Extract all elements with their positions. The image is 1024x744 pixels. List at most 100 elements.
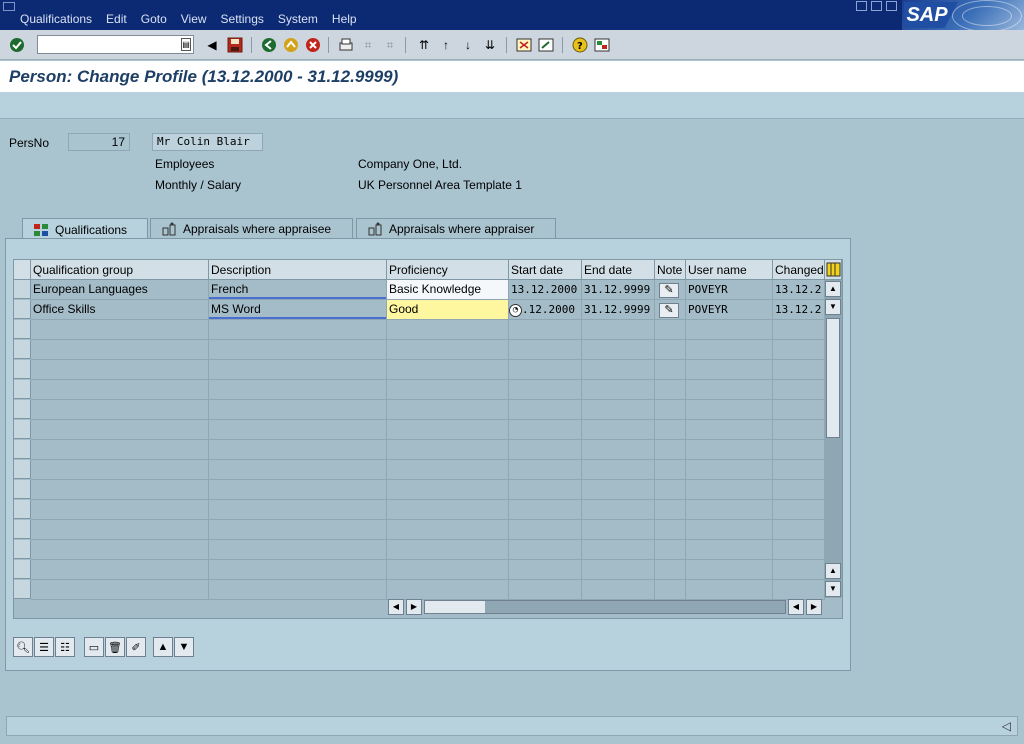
cell-description[interactable]: MS Word (209, 300, 387, 320)
scroll-right-icon[interactable]: ▶ (406, 599, 422, 615)
row-selector[interactable] (14, 420, 31, 439)
save-icon[interactable] (226, 36, 244, 54)
col-start-date[interactable]: Start date (509, 260, 582, 280)
col-note[interactable]: Note (655, 260, 686, 280)
help-icon[interactable]: ? (571, 36, 589, 54)
horizontal-scrollbar[interactable]: ◀ ▶ ◀ ▶ (388, 599, 822, 615)
sort-ascending-icon[interactable]: ▲ (153, 637, 173, 657)
note-pencil-icon[interactable]: ✎ (659, 283, 679, 298)
scroll-up-icon[interactable]: ▲ (825, 281, 841, 297)
cancel-icon[interactable] (304, 36, 322, 54)
persno-label: PersNo (9, 136, 50, 150)
tab-appraisals-appraisee[interactable]: Appraisals where appraisee (150, 218, 353, 239)
exit-icon[interactable] (282, 36, 300, 54)
command-field[interactable]: ▤ (37, 35, 194, 54)
row-selector[interactable] (14, 340, 31, 359)
row-selector[interactable] (14, 400, 31, 419)
col-end-date[interactable]: End date (582, 260, 655, 280)
find-icon[interactable]: ⌗ (359, 36, 377, 54)
row-selector[interactable] (14, 460, 31, 479)
delete-row-icon[interactable]: 🗑︎ (105, 637, 125, 657)
empty-cell (773, 440, 825, 460)
page-title: Person: Change Profile (13.12.2000 - 31.… (9, 67, 399, 86)
col-description[interactable]: Description (209, 260, 387, 280)
cell-start-date[interactable]: ◔ .12.2000 (509, 300, 582, 320)
collapse-command-icon[interactable]: ◀ (203, 36, 221, 54)
cell-proficiency[interactable]: Basic Knowledge (387, 280, 509, 300)
menu-system[interactable]: System (278, 12, 318, 26)
shortcut-icon[interactable] (537, 36, 555, 54)
menu-qualifications[interactable]: Qualifications (20, 12, 92, 26)
scroll-right-end-icon[interactable]: ▶ (806, 599, 822, 615)
insert-row-icon[interactable]: ▭ (84, 637, 104, 657)
status-expand-icon[interactable]: ◁ (1002, 719, 1011, 733)
tab-qualifications[interactable]: Qualifications (22, 218, 148, 240)
empty-cell (582, 500, 655, 520)
cell-changed: 13.12.2 (773, 300, 825, 320)
restore-icon[interactable] (871, 1, 882, 11)
note-pencil-icon[interactable]: ✎ (659, 303, 679, 318)
row-selector[interactable] (14, 320, 31, 339)
details-icon[interactable]: 🔍︎ (13, 637, 33, 657)
row-selector[interactable] (14, 580, 31, 599)
col-qualification-group[interactable]: Qualification group (31, 260, 209, 280)
menu-settings[interactable]: Settings (221, 12, 264, 26)
row-selector[interactable] (14, 520, 31, 539)
row-selector[interactable] (14, 480, 31, 499)
horizontal-track[interactable] (424, 600, 786, 614)
prev-page-icon[interactable]: ↑ (437, 36, 455, 54)
first-page-icon[interactable]: ⇈ (415, 36, 433, 54)
next-page-icon[interactable]: ↓ (459, 36, 477, 54)
row-selector[interactable] (14, 560, 31, 579)
print-icon[interactable] (337, 36, 355, 54)
row-selector[interactable] (14, 500, 31, 519)
menu-help[interactable]: Help (332, 12, 357, 26)
enter-icon[interactable] (8, 36, 26, 54)
cell-end-date[interactable]: 31.12.9999 (582, 280, 655, 300)
minimize-icon[interactable] (856, 1, 867, 11)
scroll-thumb[interactable] (826, 318, 840, 438)
menu-goto[interactable]: Goto (141, 12, 167, 26)
cell-end-date[interactable]: 31.12.9999 (582, 300, 655, 320)
system-menu-icon[interactable] (3, 2, 15, 11)
new-session-icon[interactable] (515, 36, 533, 54)
col-changed[interactable]: Changed (773, 260, 825, 280)
tab-appraisals-appraiser[interactable]: Appraisals where appraiser (356, 218, 556, 239)
filter-icon[interactable]: ▼ (174, 637, 194, 657)
horizontal-thumb[interactable] (425, 601, 485, 613)
select-all-icon[interactable]: ☰ (34, 637, 54, 657)
row-selector[interactable] (14, 360, 31, 379)
scroll-left-end-icon[interactable]: ◀ (788, 599, 804, 615)
cell-start-date[interactable]: 13.12.2000 (509, 280, 582, 300)
find-next-icon[interactable]: ⌗ (381, 36, 399, 54)
empty-cell (773, 560, 825, 580)
select-all-cell[interactable] (14, 260, 31, 280)
row-selector[interactable] (14, 440, 31, 459)
row-selector[interactable] (14, 380, 31, 399)
command-history-icon[interactable]: ▤ (181, 38, 191, 51)
back-icon[interactable] (260, 36, 278, 54)
col-proficiency[interactable]: Proficiency (387, 260, 509, 280)
table-settings-icon[interactable] (825, 260, 842, 280)
cell-description[interactable]: French (209, 280, 387, 300)
vertical-scrollbar[interactable]: ▲ ▼ ▲ ▼ (825, 280, 842, 598)
scroll-page-up-icon[interactable]: ▲ (825, 563, 841, 579)
menu-edit[interactable]: Edit (106, 12, 127, 26)
date-picker-icon[interactable]: ◔ (509, 303, 522, 317)
scroll-page-down-icon[interactable]: ▼ (825, 581, 841, 597)
row-selector[interactable] (14, 540, 31, 559)
empty-cell (686, 580, 773, 600)
col-user-name[interactable]: User name (686, 260, 773, 280)
layout-icon[interactable] (593, 36, 611, 54)
last-page-icon[interactable]: ⇊ (481, 36, 499, 54)
scroll-down-icon[interactable]: ▼ (825, 299, 841, 315)
edit-row-icon[interactable]: ✐ (126, 637, 146, 657)
deselect-all-icon[interactable]: ☷ (55, 637, 75, 657)
menu-view[interactable]: View (181, 12, 207, 26)
empty-cell (387, 480, 509, 500)
cell-proficiency[interactable]: Good (387, 300, 509, 320)
close-window-icon[interactable] (886, 1, 897, 11)
row-selector[interactable] (14, 300, 31, 319)
scroll-left-icon[interactable]: ◀ (388, 599, 404, 615)
row-selector[interactable] (14, 280, 31, 299)
